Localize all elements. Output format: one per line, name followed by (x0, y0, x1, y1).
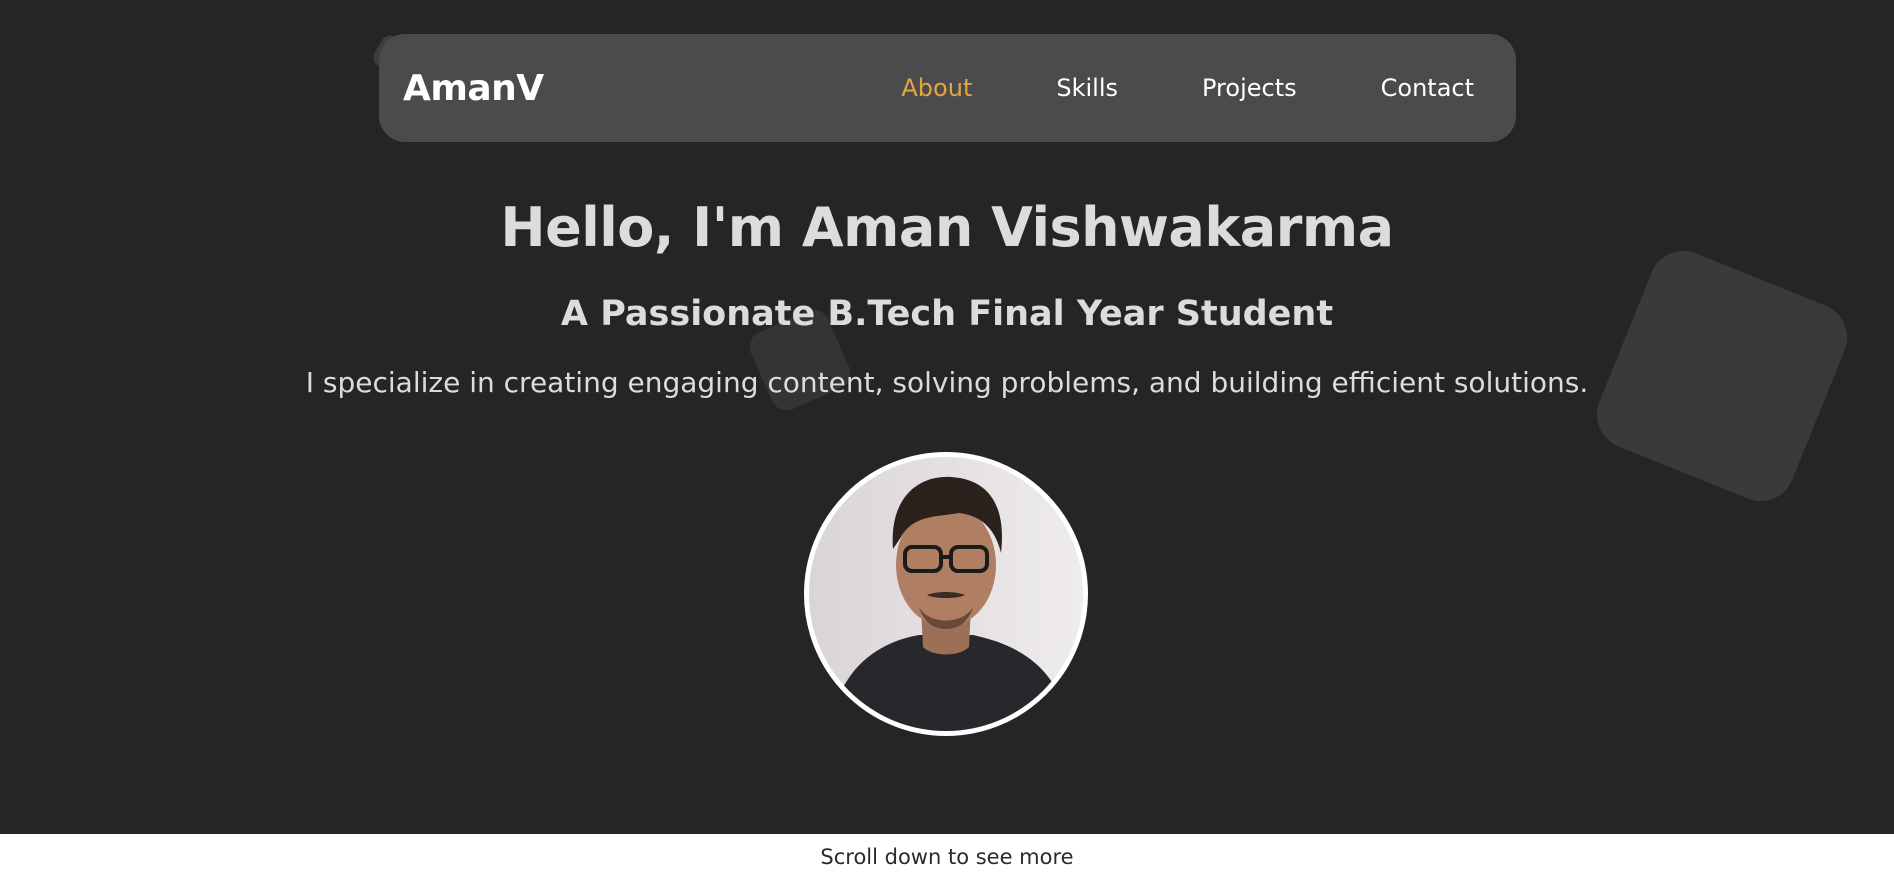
nav-link-skills[interactable]: Skills (1056, 74, 1118, 102)
hero-title: Hello, I'm Aman Vishwakarma (500, 196, 1394, 259)
nav-link-about[interactable]: About (901, 74, 972, 102)
nav-link-projects[interactable]: Projects (1202, 74, 1297, 102)
hero-tagline: I specialize in creating engaging conten… (305, 366, 1589, 399)
scroll-hint-text: Scroll down to see more (820, 845, 1074, 869)
nav-links: About Skills Projects Contact (901, 74, 1474, 102)
profile-photo (804, 452, 1088, 736)
hero-section: AmanV About Skills Projects Contact Hell… (0, 0, 1894, 834)
profile-portrait-icon (809, 457, 1083, 731)
scroll-hint-bar: Scroll down to see more (0, 834, 1894, 880)
navbar: AmanV About Skills Projects Contact (379, 34, 1516, 142)
hero-subtitle: A Passionate B.Tech Final Year Student (560, 294, 1334, 334)
nav-link-contact[interactable]: Contact (1381, 74, 1474, 102)
site-logo[interactable]: AmanV (403, 68, 544, 109)
